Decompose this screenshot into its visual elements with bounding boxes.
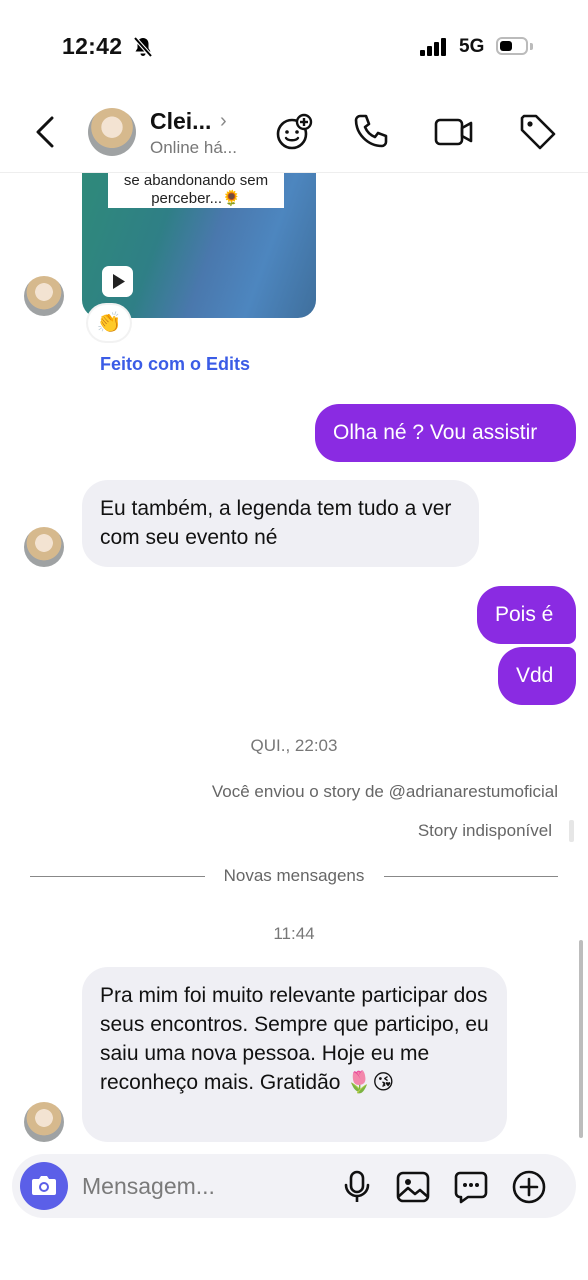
- sticker-chat-icon[interactable]: [454, 1170, 488, 1204]
- story-reply-bar: [569, 820, 574, 842]
- message-bubble-incoming[interactable]: Eu também, a legenda tem tudo a ver com …: [82, 480, 479, 567]
- video-caption: se abandonando sem perceber...🌻: [108, 172, 284, 208]
- battery-tip: [530, 43, 533, 50]
- add-people-icon[interactable]: [274, 112, 314, 152]
- message-composer: [12, 1154, 576, 1218]
- status-time: 12:42: [62, 33, 123, 59]
- divider-right: [384, 876, 558, 877]
- message-input[interactable]: [82, 1170, 312, 1202]
- camera-button[interactable]: [20, 1162, 68, 1210]
- phone-icon[interactable]: [352, 112, 390, 152]
- gallery-icon[interactable]: [396, 1170, 430, 1204]
- message-bubble-outgoing[interactable]: Pois é: [477, 586, 576, 644]
- shared-video-thumbnail[interactable]: se abandonando sem perceber...🌻: [82, 172, 316, 318]
- contact-name[interactable]: Clei...: [150, 108, 211, 135]
- timestamp: 11:44: [273, 924, 315, 943]
- chat-header: Clei... › Online há...: [0, 96, 588, 173]
- battery-icon: [496, 37, 528, 55]
- microphone-icon[interactable]: [342, 1170, 372, 1204]
- story-sent-note: Você enviou o story de @adrianarestumofi…: [211, 782, 558, 801]
- avatar[interactable]: [24, 1102, 64, 1142]
- tag-icon[interactable]: [518, 112, 558, 152]
- video-call-icon[interactable]: [434, 112, 474, 152]
- bell-off-icon: [133, 36, 153, 58]
- scrollbar[interactable]: [579, 940, 583, 1138]
- reaction-badge[interactable]: 👏: [88, 305, 130, 341]
- camera-icon: [32, 1176, 56, 1195]
- signal-icon: [420, 38, 446, 56]
- play-icon[interactable]: [102, 266, 133, 297]
- contact-status: Online há...: [150, 138, 237, 157]
- message-bubble-incoming[interactable]: Pra mim foi muito relevante participar d…: [82, 967, 507, 1142]
- edits-link[interactable]: Feito com o Edits: [100, 354, 250, 375]
- timestamp: QUI., 22:03: [250, 736, 338, 755]
- story-unavailable-note[interactable]: Story indisponível: [418, 821, 552, 841]
- message-bubble-outgoing[interactable]: Vdd: [498, 647, 576, 705]
- network-label: 5G: [459, 36, 485, 57]
- chevron-right-icon[interactable]: ›: [220, 110, 227, 133]
- add-icon[interactable]: [512, 1170, 546, 1204]
- contact-avatar[interactable]: [88, 108, 136, 156]
- back-icon[interactable]: [32, 114, 60, 150]
- message-bubble-outgoing[interactable]: Olha né ? Vou assistir: [315, 404, 576, 462]
- avatar[interactable]: [24, 527, 64, 567]
- avatar[interactable]: [24, 276, 64, 316]
